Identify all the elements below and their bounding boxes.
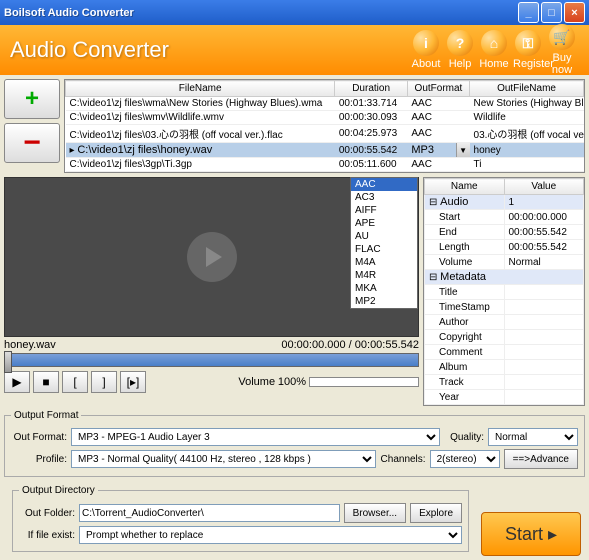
- profile-select[interactable]: MP3 - Normal Quality( 44100 Hz, stereo ,…: [71, 450, 376, 468]
- close-button[interactable]: ×: [564, 2, 585, 23]
- list-item[interactable]: MKA: [351, 282, 417, 295]
- key-icon: ⚿: [515, 30, 541, 56]
- remove-file-button[interactable]: −: [4, 123, 60, 163]
- time-label: 00:00:00.000 / 00:00:55.542: [281, 339, 419, 351]
- browse-button[interactable]: Browser...: [344, 503, 406, 523]
- table-row[interactable]: ▸ C:\video1\zj files\honey.wav00:00:55.5…: [66, 143, 584, 158]
- quality-select[interactable]: Normal: [488, 428, 578, 446]
- start-button[interactable]: Start ▸: [481, 512, 581, 556]
- minimize-button[interactable]: _: [518, 2, 539, 23]
- window-title: Boilsoft Audio Converter: [4, 7, 516, 19]
- col-outformat[interactable]: OutFormat: [407, 81, 469, 97]
- cart-icon: 🛒: [549, 24, 575, 50]
- volume-label: Volume 100%: [238, 376, 306, 388]
- col-value[interactable]: Value: [504, 179, 584, 195]
- col-duration[interactable]: Duration: [335, 81, 408, 97]
- output-directory-group: Output Directory Out Folder: Browser... …: [12, 485, 469, 552]
- seek-slider[interactable]: [4, 353, 419, 367]
- play-icon[interactable]: [187, 232, 237, 282]
- range-button[interactable]: [▸]: [120, 371, 146, 393]
- out-format-select[interactable]: MP3 - MPEG-1 Audio Layer 3: [71, 428, 440, 446]
- home-icon: ⌂: [481, 30, 507, 56]
- col-outfilename[interactable]: OutFileName: [470, 81, 584, 97]
- properties-panel: NameValue ⊟ Audio1 Start00:00:00.000 End…: [423, 177, 585, 406]
- list-item[interactable]: AIFF: [351, 204, 417, 217]
- mark-out-button[interactable]: ]: [91, 371, 117, 393]
- list-item[interactable]: AAC: [351, 178, 417, 191]
- current-file-label: honey.wav: [4, 339, 56, 351]
- channels-select[interactable]: 2(stereo): [430, 450, 500, 468]
- help-button[interactable]: ?Help: [445, 30, 475, 70]
- out-folder-input[interactable]: [79, 504, 340, 522]
- explore-button[interactable]: Explore: [410, 503, 462, 523]
- stop-button[interactable]: ■: [33, 371, 59, 393]
- buy-button[interactable]: 🛒Buy now: [547, 24, 577, 76]
- list-item[interactable]: AU: [351, 230, 417, 243]
- file-table[interactable]: FileName Duration OutFormat OutFileName …: [64, 79, 585, 173]
- info-icon: i: [413, 30, 439, 56]
- about-button[interactable]: iAbout: [411, 30, 441, 70]
- video-preview: AAC AC3 AIFF APE AU FLAC M4A M4R MKA MP2: [4, 177, 419, 337]
- output-format-group: Output Format Out Format: MP3 - MPEG-1 A…: [4, 410, 585, 477]
- app-title: Audio Converter: [10, 37, 409, 63]
- maximize-button[interactable]: □: [541, 2, 562, 23]
- list-item[interactable]: MP2: [351, 295, 417, 308]
- help-icon: ?: [447, 30, 473, 56]
- mark-in-button[interactable]: [: [62, 371, 88, 393]
- table-row[interactable]: C:\video1\zj files\wma\New Stories (High…: [66, 97, 584, 111]
- home-button[interactable]: ⌂Home: [479, 30, 509, 70]
- file-exist-select[interactable]: Prompt whether to replace: [79, 526, 462, 544]
- add-file-button[interactable]: +: [4, 79, 60, 119]
- play-button[interactable]: ▶: [4, 371, 30, 393]
- col-name[interactable]: Name: [425, 179, 505, 195]
- list-item[interactable]: AC3: [351, 191, 417, 204]
- list-item[interactable]: APE: [351, 217, 417, 230]
- list-item[interactable]: FLAC: [351, 243, 417, 256]
- chevron-down-icon[interactable]: ▼: [456, 143, 470, 157]
- register-button[interactable]: ⚿Register: [513, 30, 543, 70]
- col-filename[interactable]: FileName: [66, 81, 335, 97]
- titlebar: Boilsoft Audio Converter _ □ ×: [0, 0, 589, 25]
- format-dropdown[interactable]: AAC AC3 AIFF APE AU FLAC M4A M4R MKA MP2: [350, 177, 418, 309]
- table-row[interactable]: C:\video1\zj files\3gp\Ti.3gp00:05:11.60…: [66, 158, 584, 172]
- table-row[interactable]: C:\video1\zj files\wmv\Wildlife.wmv00:00…: [66, 111, 584, 125]
- list-item[interactable]: M4R: [351, 269, 417, 282]
- list-item[interactable]: M4A: [351, 256, 417, 269]
- volume-slider[interactable]: [309, 377, 419, 387]
- advance-button[interactable]: ==>Advance: [504, 449, 578, 469]
- header: Audio Converter iAbout ?Help ⌂Home ⚿Regi…: [0, 25, 589, 75]
- table-row[interactable]: C:\video1\zj files\03.心の羽根 (off vocal ve…: [66, 125, 584, 143]
